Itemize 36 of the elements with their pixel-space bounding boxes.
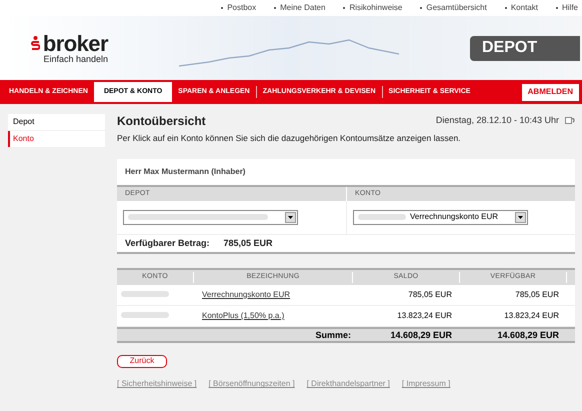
sidebar-item[interactable]: Konto [8, 131, 105, 147]
page-title: Kontoübersicht [117, 113, 206, 130]
logo-tagline: Einfach handeln [43, 54, 108, 64]
table-cell-text: 13.823,24 EUR [396, 310, 453, 322]
account-dropdown[interactable]: Verrechnungskonto EUR [353, 210, 528, 225]
top-link[interactable]: Risikohinweise [343, 2, 402, 14]
table-cell-text: 13.823,24 EUR [503, 310, 560, 322]
owner-name: Herr Max Mustermann (Inhaber) [117, 158, 575, 185]
top-link[interactable]: Postbox [221, 2, 256, 14]
help-icon[interactable] [565, 117, 575, 125]
masked-number [358, 214, 406, 220]
masked-number [121, 312, 169, 318]
sum-cell-text: 14.608,29 EUR [496, 328, 560, 342]
logo-icon [30, 36, 40, 52]
intro-text: Per Klick auf ein Konto können Sie sich die dazugehörigen Kontoumsätze anzeigen lassen. [117, 132, 462, 145]
top-link[interactable]: Gesamtübersicht [420, 2, 487, 14]
sum-label: Summe: [314, 328, 352, 342]
top-link[interactable]: Hilfe [556, 2, 578, 14]
account-link[interactable]: Verrechnungskonto EUR [194, 288, 353, 301]
section-label: DEPOT [470, 36, 580, 60]
account-dropdown[interactable] [123, 210, 298, 225]
back-button[interactable]: Zurück [117, 354, 167, 368]
date-time: Dienstag, 28.12.10 - 10:43 Uhr [436, 114, 559, 128]
top-link[interactable]: Kontakt [504, 2, 538, 14]
account-link[interactable]: KontoPlus (1,50% p.a.) [194, 310, 353, 322]
table-cell-text: 785,05 EUR [514, 288, 560, 301]
masked-number [121, 290, 169, 297]
sum-cell-text: 14.608,29 EUR [389, 328, 453, 342]
available-amount: 785,05 EUR [224, 236, 273, 250]
logo-text: broker [42, 32, 108, 54]
table-cell-text: 785,05 EUR [407, 288, 453, 301]
dropdown-value: Verrechnungskonto EUR [410, 211, 498, 224]
sidebar-item[interactable]: Depot [8, 114, 105, 130]
top-link[interactable]: Meine Daten [274, 2, 326, 14]
logout-button[interactable]: ABMELDEN [522, 84, 579, 100]
available-label: Verfügbarer Betrag: [125, 236, 210, 250]
